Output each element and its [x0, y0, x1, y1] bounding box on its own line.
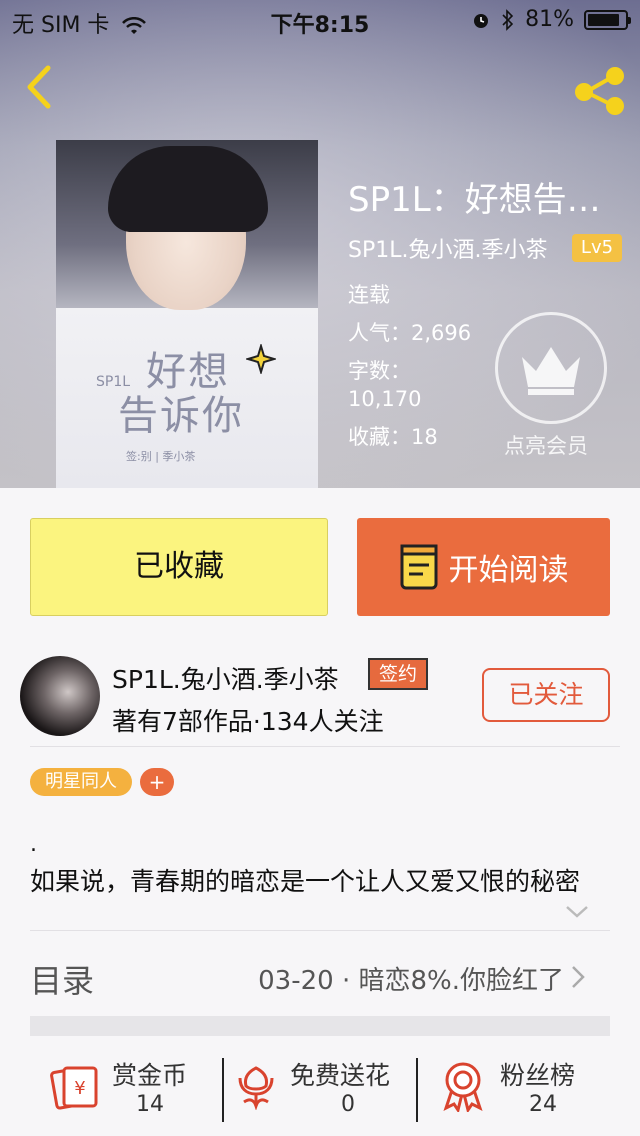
- author-row[interactable]: SP1L.兔小酒.季小茶 签约 著有7部作品·134人关注 已关注: [0, 650, 640, 746]
- chevron-right-icon: [572, 966, 585, 988]
- medal-icon: [443, 1062, 483, 1112]
- book-popularity: 人气：2,696: [348, 321, 472, 345]
- bottom-action-bar: ¥ 赏金币 14 免费送花 0 粉丝榜 24: [0, 1048, 640, 1136]
- divider: [30, 930, 610, 931]
- bluetooth-icon: [502, 8, 514, 31]
- section-separator: [30, 1016, 610, 1036]
- cover-figure-hair: [108, 146, 268, 232]
- separator: [416, 1058, 418, 1122]
- reward-coins-count: 14: [136, 1092, 164, 1117]
- sparkle-icon: [246, 344, 276, 374]
- cover-title: 好想 告诉你: [118, 350, 244, 438]
- share-icon[interactable]: [572, 66, 628, 116]
- toc-label: 目录: [30, 962, 95, 1000]
- book-cover[interactable]: SP1L 好想 告诉你 签:别 | 季小茶: [56, 140, 318, 488]
- reward-coins-label: 赏金币: [112, 1061, 188, 1090]
- battery-icon: [584, 9, 631, 30]
- author-level-badge: Lv5: [572, 234, 622, 262]
- fan-ranking-button[interactable]: 粉丝榜 24: [440, 1048, 600, 1136]
- status-right: 81%: [471, 7, 631, 32]
- book-header: 无 SIM 卡 下午8:15 81% SP1L 好想 告诉你 签:别 | 季小茶…: [0, 0, 640, 488]
- add-tag-button[interactable]: +: [140, 768, 174, 796]
- summary-text[interactable]: 如果说，青春期的暗恋是一个让人又爱又恨的秘密: [30, 862, 610, 898]
- summary-dot: .: [30, 832, 37, 857]
- cover-credit: 签:别 | 季小茶: [126, 450, 196, 463]
- book-title: SP1L：好想告诉你: [348, 180, 618, 220]
- vip-label[interactable]: 点亮会员: [504, 430, 588, 460]
- flower-icon: [238, 1066, 274, 1110]
- fan-ranking-count: 24: [529, 1092, 557, 1117]
- divider: [30, 746, 620, 747]
- battery-percent: 81%: [525, 7, 574, 32]
- table-of-contents-row[interactable]: 目录 03-20 · 暗恋8%.你脸红了: [30, 946, 590, 1006]
- author-name[interactable]: SP1L.兔小酒.季小茶: [112, 660, 339, 696]
- signed-badge: 签约: [368, 658, 428, 690]
- vip-button[interactable]: [495, 312, 607, 424]
- book-word-count-label: 字数：: [348, 359, 411, 383]
- latest-chapter: 03-20 · 暗恋8%.你脸红了: [258, 966, 564, 996]
- cover-title-line2: 告诉你: [118, 393, 244, 439]
- chevron-down-icon[interactable]: [564, 904, 590, 920]
- separator: [222, 1058, 224, 1122]
- author-avatar[interactable]: [20, 656, 100, 736]
- reward-coins-button[interactable]: ¥ 赏金币 14: [50, 1048, 220, 1136]
- svg-text:¥: ¥: [74, 1078, 85, 1099]
- send-flower-button[interactable]: 免费送花 0: [234, 1048, 414, 1136]
- book-favorites: 收藏：18: [348, 425, 438, 449]
- start-reading-label: 开始阅读: [448, 553, 569, 588]
- follow-button[interactable]: 已关注: [482, 668, 610, 722]
- start-reading-button[interactable]: 开始阅读: [357, 518, 610, 616]
- crown-icon: [522, 347, 580, 395]
- genre-tag[interactable]: 明星同人: [30, 768, 132, 796]
- collect-button[interactable]: 已收藏: [30, 518, 328, 616]
- reward-coin-icon: ¥: [50, 1066, 98, 1110]
- send-flower-label: 免费送花: [290, 1061, 391, 1090]
- book-icon: [400, 544, 437, 590]
- book-word-count: 10,170: [348, 387, 422, 411]
- fan-ranking-label: 粉丝榜: [500, 1061, 576, 1090]
- status-bar: 无 SIM 卡 下午8:15 81%: [0, 0, 640, 40]
- book-status: 连载: [348, 283, 390, 307]
- cover-title-line1: 好想: [146, 349, 230, 395]
- alarm-icon: [474, 13, 489, 28]
- back-arrow-icon[interactable]: [20, 62, 60, 112]
- send-flower-count: 0: [341, 1092, 355, 1117]
- author-stats: 著有7部作品·134人关注: [112, 707, 384, 736]
- book-author[interactable]: SP1L.兔小酒.季小茶: [348, 232, 547, 264]
